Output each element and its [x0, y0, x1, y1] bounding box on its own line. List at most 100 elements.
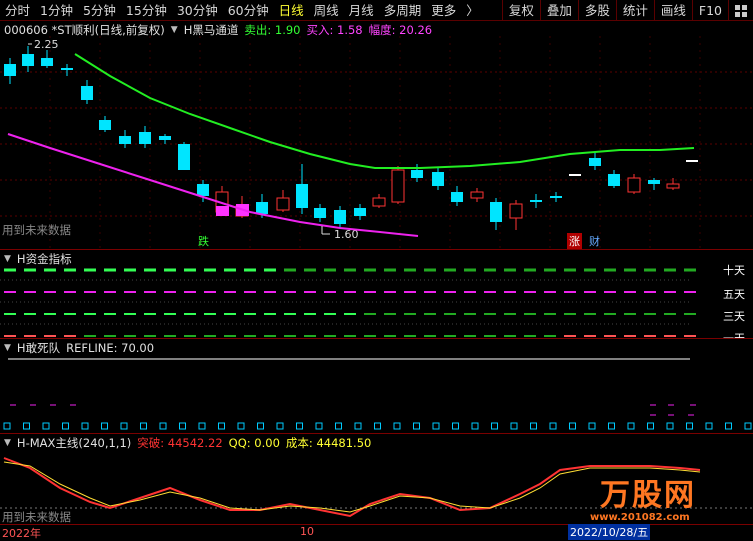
candle-body [296, 184, 308, 208]
candle-body [314, 208, 326, 218]
dare-square [140, 422, 147, 430]
dare-square [120, 422, 128, 430]
dare-square [432, 422, 440, 430]
more-arrow-icon[interactable]: 〉 [461, 0, 484, 21]
dare-indicator-chart[interactable] [0, 353, 753, 433]
candle-body [354, 208, 366, 216]
dare-square [101, 422, 108, 430]
period-tabs: 分时 1分钟 5分钟 15分钟 30分钟 60分钟 日线 周线 月线 多周期 更多〉 [0, 0, 484, 21]
dare-square [393, 422, 401, 430]
candle-body [256, 202, 268, 214]
candle-body [666, 183, 680, 189]
tool-buttons: 复权 叠加 多股 统计 画线 F10 [501, 0, 753, 21]
dare-square [666, 422, 674, 430]
hmax-red-line [3, 457, 701, 518]
axis-month-mark: 10 [300, 525, 314, 538]
dare-square [627, 422, 635, 430]
dare-square [3, 422, 11, 430]
candle-body [276, 197, 290, 211]
dare-square [62, 422, 69, 430]
dare-square [276, 422, 284, 430]
dare-square [549, 422, 557, 430]
tool-button-5[interactable]: F10 [691, 0, 728, 21]
period-tab-9[interactable]: 多周期 [379, 0, 427, 21]
candle-body [159, 136, 171, 140]
candle-body [139, 132, 151, 144]
one-day-label: 一天 [723, 330, 745, 338]
period-tab-10[interactable]: 更多 [426, 0, 461, 21]
fund-dropdown-icon[interactable]: ▼ [4, 254, 11, 264]
indicator-dropdown-icon[interactable]: ▼ [171, 25, 178, 35]
candle-body [119, 136, 131, 144]
dare-square [42, 422, 50, 430]
tool-button-1[interactable]: 叠加 [539, 0, 578, 21]
candle-body [470, 191, 484, 199]
candle-body [589, 158, 601, 166]
candle-body [22, 54, 34, 66]
ten-day-label: 十天 [723, 264, 745, 277]
dare-square [257, 422, 264, 430]
candle-body [509, 203, 523, 219]
dare-square [354, 422, 362, 430]
period-tab-8[interactable]: 月线 [344, 0, 379, 21]
candle-body [99, 120, 111, 130]
panel-divider [0, 338, 753, 339]
period-tab-7[interactable]: 周线 [309, 0, 344, 21]
dare-square [218, 422, 225, 430]
dare-square [744, 422, 752, 430]
grid-icon[interactable] [728, 0, 753, 21]
period-tab-4[interactable]: 30分钟 [172, 0, 223, 21]
hmax-dropdown-icon[interactable]: ▼ [4, 438, 11, 448]
candle-body [81, 86, 93, 100]
tool-button-4[interactable]: 画线 [653, 0, 692, 21]
highlight-candle [216, 206, 229, 216]
high-price-mark: 2.25 [34, 38, 59, 51]
period-tab-5[interactable]: 60分钟 [223, 0, 274, 21]
panel-divider [0, 249, 753, 250]
five-day-label: 五天 [723, 288, 745, 301]
tool-button-0[interactable]: 复权 [501, 0, 540, 21]
dare-dropdown-icon[interactable]: ▼ [4, 343, 11, 353]
candle-body [411, 170, 423, 178]
dare-square [374, 422, 381, 430]
dare-square [569, 422, 576, 430]
period-tab-3[interactable]: 15分钟 [121, 0, 172, 21]
rise-signal: 涨 [567, 233, 582, 249]
tool-button-2[interactable]: 多股 [577, 0, 616, 21]
watermark-logo: 万股网 [600, 478, 696, 513]
dare-square [647, 422, 654, 430]
candlestick-chart[interactable]: 2.25 1.60 [0, 36, 753, 252]
dare-square [179, 422, 186, 430]
candle-body [178, 144, 190, 170]
period-tab-6[interactable]: 日线 [274, 0, 309, 21]
period-tab-2[interactable]: 5分钟 [78, 0, 121, 21]
dare-square [335, 422, 342, 430]
dare-square [237, 422, 245, 430]
dare-square [530, 422, 537, 430]
dare-square [491, 422, 498, 430]
fund-indicator-chart[interactable] [0, 264, 753, 338]
dare-square [686, 422, 693, 430]
period-tab-0[interactable]: 分时 [0, 0, 35, 21]
candle-body [627, 177, 641, 193]
candle-body [41, 58, 53, 66]
candle-body [391, 169, 405, 203]
tool-button-3[interactable]: 统计 [615, 0, 654, 21]
future-data-note: 用到未来数据 [2, 223, 71, 237]
fall-signal: 跌 [198, 235, 209, 248]
panel-divider [0, 433, 753, 434]
candle-body [530, 200, 542, 202]
candle-body [197, 184, 209, 196]
magenta-channel-line [7, 133, 419, 237]
dare-square [588, 422, 596, 430]
period-tab-1[interactable]: 1分钟 [35, 0, 78, 21]
dare-square [198, 422, 206, 430]
hmax-future-note: 用到未来数据 [2, 510, 71, 524]
period-toolbar: 分时 1分钟 5分钟 15分钟 30分钟 60分钟 日线 周线 月线 多周期 更多〉 复权 叠加 多股统… [0, 0, 753, 21]
dare-square [23, 422, 30, 430]
candle-body [550, 196, 562, 198]
dare-square [608, 422, 615, 430]
dare-square [510, 422, 518, 430]
candle-body [490, 202, 502, 222]
axis-current-date: 2022/10/28/五 [568, 524, 651, 540]
